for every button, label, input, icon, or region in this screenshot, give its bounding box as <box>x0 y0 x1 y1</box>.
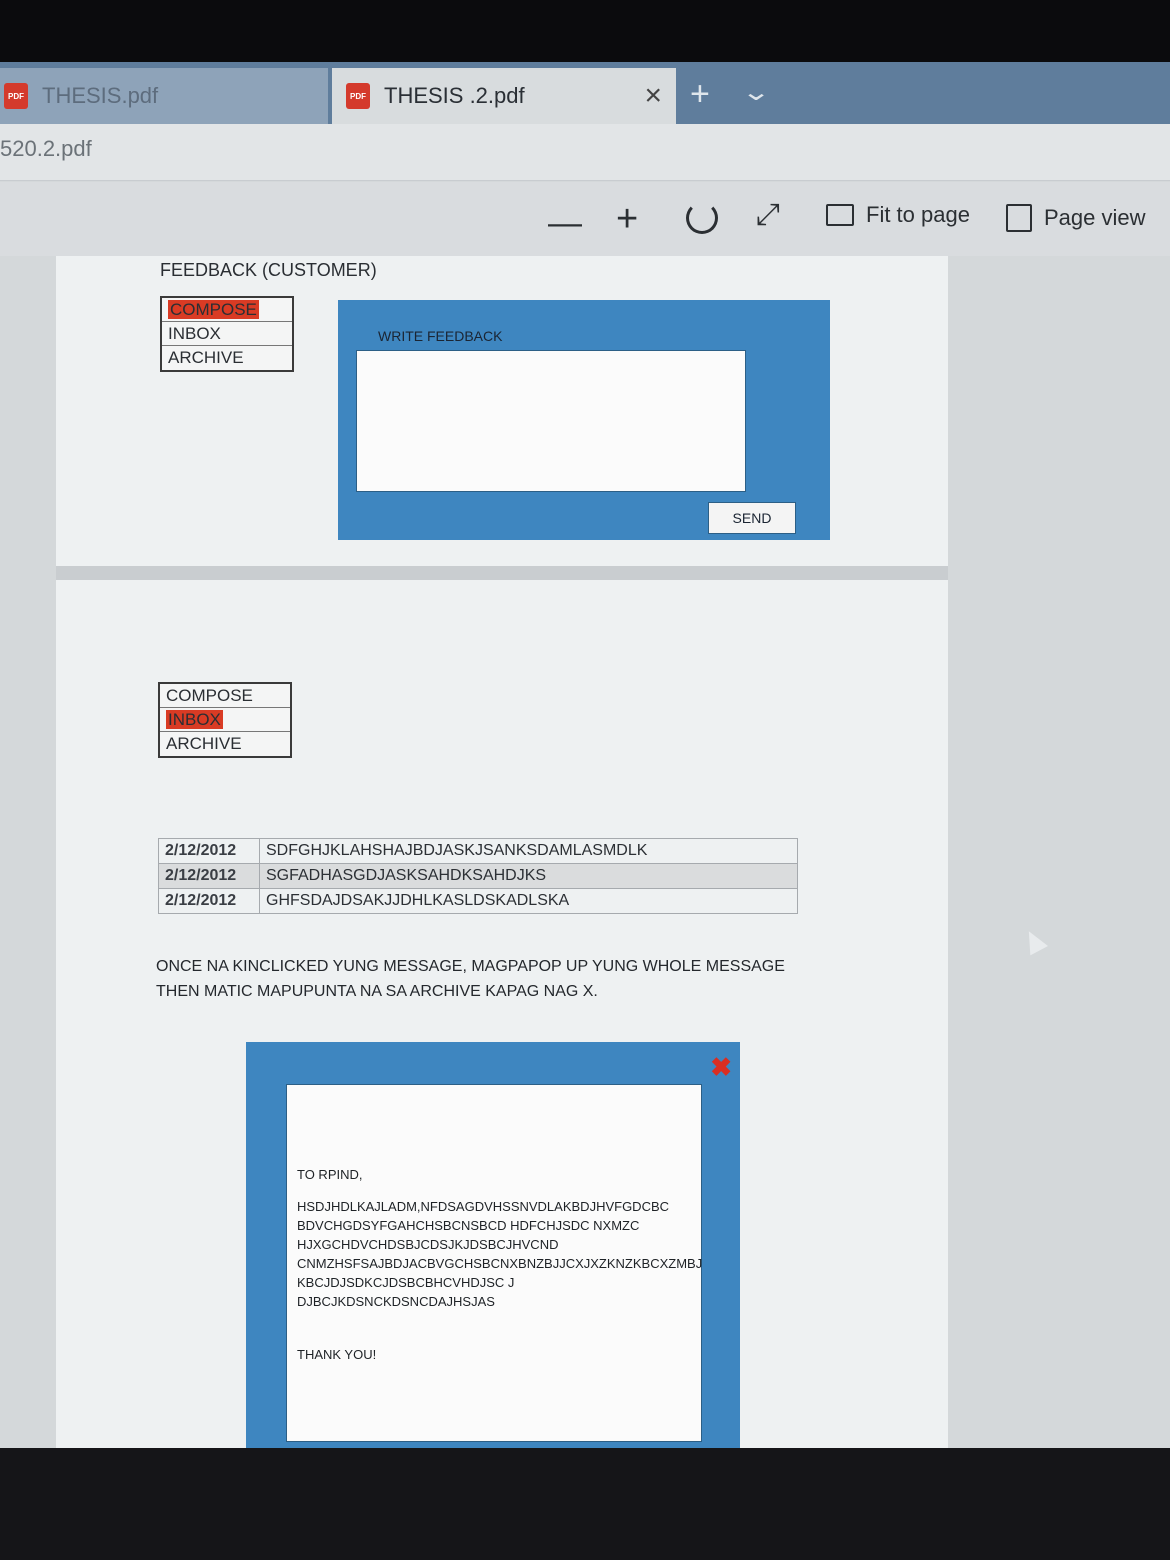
message-text: GHFSDAJDSAKJJDHLKASLDSKADLSKA <box>259 888 798 914</box>
fit-to-page-button[interactable]: Fit to page <box>826 202 970 228</box>
message-popup: ✖ TO RPIND, HSDJHDLKAJLADM,NFDSAGDVHSSNV… <box>246 1042 740 1450</box>
close-icon[interactable]: ✖ <box>710 1054 732 1080</box>
pdf-icon: PDF <box>4 83 28 109</box>
mouse-cursor-icon <box>1020 926 1048 956</box>
popup-message-body: TO RPIND, HSDJHDLKAJLADM,NFDSAGDVHSSNVDL… <box>286 1084 702 1442</box>
menu-item-archive[interactable]: ARCHIVE <box>162 346 292 370</box>
page-title: FEEDBACK (CUSTOMER) <box>160 260 377 280</box>
rotate-icon[interactable] <box>686 202 718 234</box>
send-button[interactable]: SEND <box>708 502 796 534</box>
new-tab-icon[interactable]: + <box>690 76 710 112</box>
menu-item-label: COMPOSE <box>168 300 259 319</box>
menu-item-inbox[interactable]: INBOX <box>162 322 292 346</box>
feedback-menu: COMPOSE INBOX ARCHIVE <box>160 296 294 372</box>
expand-icon[interactable]: ⤢ <box>756 198 780 232</box>
page-view-label: Page view <box>1044 205 1146 230</box>
message-text: SGFADHASGDJASKSAHDKSAHDJKS <box>259 863 798 889</box>
zoom-out-icon[interactable]: — <box>548 204 582 243</box>
screen: PDF THESIS.pdf PDF THESIS .2.pdf × + ⌄ 5… <box>0 62 1170 1450</box>
menu-item-label: INBOX <box>166 710 223 729</box>
fit-to-page-icon <box>826 204 854 226</box>
instruction-note: ONCE NA KINCLICKED YUNG MESSAGE, MAGPAPO… <box>156 954 826 1004</box>
table-row[interactable]: 2/12/2012 GHFSDAJDSAKJJDHLKASLDSKADLSKA <box>158 888 798 914</box>
feedback-textarea[interactable] <box>356 350 746 492</box>
fit-to-page-label: Fit to page <box>866 202 970 227</box>
tab-label: THESIS .2.pdf <box>384 83 525 108</box>
page-separator <box>56 566 948 580</box>
tab-bar: PDF THESIS.pdf PDF THESIS .2.pdf × + ⌄ <box>0 62 1170 124</box>
tab-label: THESIS.pdf <box>42 83 159 108</box>
message-line: HJXGCHDVCHDSBJCDSJKJDSBCJHVCND <box>297 1237 559 1252</box>
message-line: BDVCHGDSYFGAHCHSBCNSBCD HDFCHJSDC NXMZC <box>297 1218 640 1233</box>
message-closing: THANK YOU! <box>297 1347 377 1362</box>
close-tab-icon[interactable]: × <box>644 78 662 114</box>
message-text: SDFGHJKLAHSHAJBDJASKJSANKSDAMLASMDLK <box>259 838 798 864</box>
message-line: KBCJDJSDKCJDSBCBHCVHDJSC J DJBCJKDSNCKDS… <box>297 1275 515 1309</box>
message-line: HSDJHDLKAJLADM,NFDSAGDVHSSNVDLAKBDJHVFGD… <box>297 1199 670 1214</box>
inbox-menu: COMPOSE INBOX ARCHIVE <box>158 682 292 758</box>
pdf-toolbar: — + ⤢ Fit to page Page view <box>0 182 1170 256</box>
note-line: ONCE NA KINCLICKED YUNG MESSAGE, MAGPAPO… <box>156 958 785 975</box>
tab-thesis[interactable]: PDF THESIS.pdf <box>0 68 328 124</box>
message-lines: HSDJHDLKAJLADM,NFDSAGDVHSSNVDLAKBDJHVFGD… <box>297 1197 702 1311</box>
address-bar[interactable]: 520.2.pdf <box>0 124 1170 181</box>
menu-item-compose[interactable]: COMPOSE <box>162 298 292 322</box>
monitor-bezel <box>0 1448 1170 1560</box>
zoom-in-icon[interactable]: + <box>616 198 638 241</box>
address-text: 520.2.pdf <box>0 136 92 161</box>
menu-item-compose[interactable]: COMPOSE <box>160 684 290 708</box>
message-date: 2/12/2012 <box>158 888 260 914</box>
note-line: THEN MATIC MAPUPUNTA NA SA ARCHIVE KAPAG… <box>156 983 598 1000</box>
tab-thesis-2[interactable]: PDF THESIS .2.pdf × <box>332 68 676 124</box>
message-date: 2/12/2012 <box>158 838 260 864</box>
message-table: 2/12/2012 SDFGHJKLAHSHAJBDJASKJSANKSDAML… <box>158 838 798 914</box>
table-row[interactable]: 2/12/2012 SGFADHASGDJASKSAHDKSAHDJKS <box>158 863 798 889</box>
compose-panel: WRITE FEEDBACK SEND <box>338 300 830 540</box>
message-date: 2/12/2012 <box>158 863 260 889</box>
chevron-down-icon[interactable]: ⌄ <box>741 78 771 107</box>
table-row[interactable]: 2/12/2012 SDFGHJKLAHSHAJBDJASKJSANKSDAML… <box>158 838 798 864</box>
message-line: CNMZHSFSAJBDJACBVGCHSBCNXBNZBJJCXJXZKNZK… <box>297 1256 703 1271</box>
pdf-document: FEEDBACK (CUSTOMER) COMPOSE INBOX ARCHIV… <box>56 256 948 1450</box>
message-greeting: TO RPIND, <box>297 1167 363 1182</box>
pdf-icon: PDF <box>346 83 370 109</box>
page-view-icon <box>1006 204 1032 232</box>
page-view-button[interactable]: Page view <box>1006 204 1146 232</box>
menu-item-inbox[interactable]: INBOX <box>160 708 290 732</box>
write-feedback-label: WRITE FEEDBACK <box>378 328 503 344</box>
menu-item-archive[interactable]: ARCHIVE <box>160 732 290 756</box>
